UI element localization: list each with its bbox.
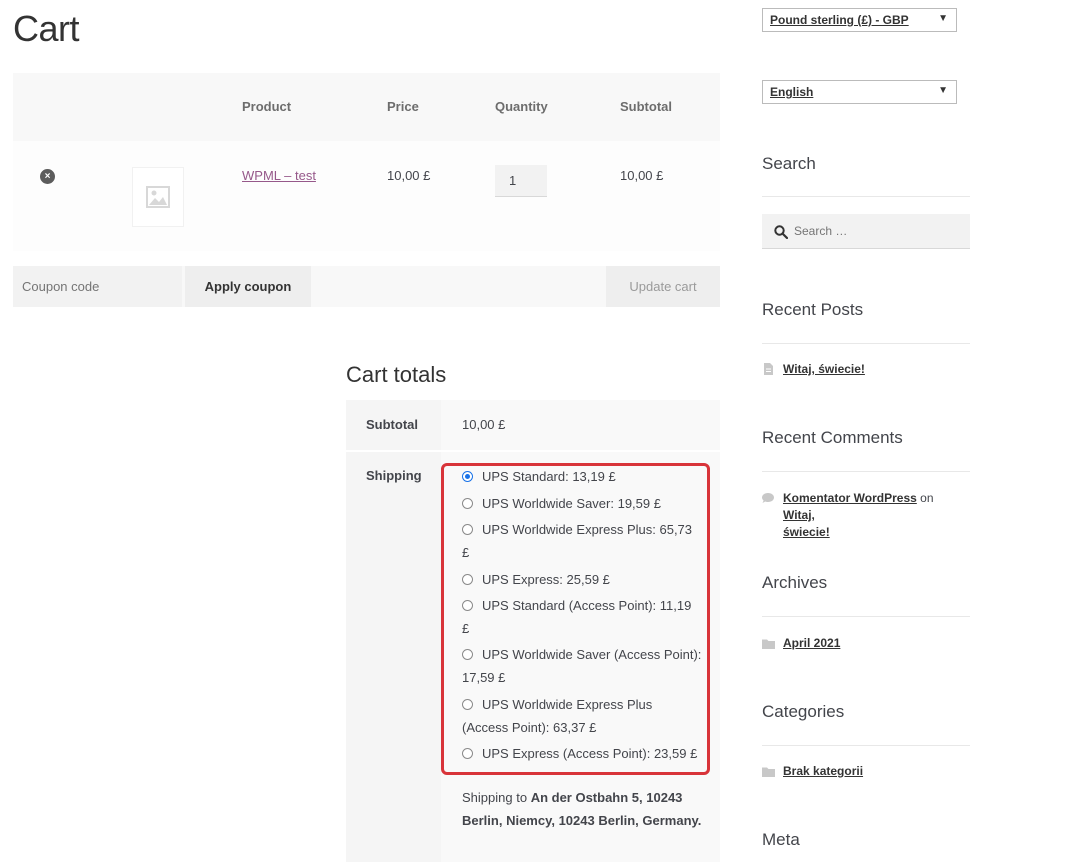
shipping-option[interactable]: UPS Worldwide Saver: 19,59 £: [462, 492, 702, 515]
page-title: Cart: [13, 8, 80, 49]
radio[interactable]: [462, 498, 473, 509]
document-icon: [764, 363, 773, 375]
shipping-option[interactable]: UPS Standard (Access Point): 11,19 £: [462, 594, 702, 640]
radio[interactable]: [462, 748, 473, 759]
comment-icon: [762, 493, 774, 503]
language-select[interactable]: English ▼: [762, 80, 957, 104]
folder-icon: [762, 639, 775, 649]
radio[interactable]: [462, 574, 473, 585]
coupon-code-input[interactable]: [13, 266, 182, 307]
shipping-option[interactable]: UPS Worldwide Saver (Access Point): 17,5…: [462, 643, 702, 689]
recent-post-link[interactable]: Witaj, świecie!: [783, 361, 865, 378]
chevron-down-icon: ▼: [938, 13, 948, 24]
widget-title-recent-posts: Recent Posts: [762, 300, 864, 319]
radio-selected[interactable]: [462, 471, 473, 482]
update-cart-button[interactable]: Update cart: [606, 266, 720, 307]
widget-title-categories: Categories: [762, 702, 845, 721]
widget-title-search: Search: [762, 154, 816, 173]
folder-icon: [762, 767, 775, 777]
divider: [762, 343, 970, 344]
divider: [762, 616, 970, 617]
widget-title-meta: Meta: [762, 830, 800, 849]
search-field[interactable]: [762, 214, 970, 249]
recent-comment: Komentator WordPress on Witaj, świecie!: [783, 491, 934, 539]
header-price: Price: [387, 99, 419, 114]
divider: [762, 745, 970, 746]
category-link[interactable]: Brak kategorii: [783, 763, 863, 780]
radio[interactable]: [462, 649, 473, 660]
archive-link[interactable]: April 2021: [783, 635, 840, 652]
subtotal-label: Subtotal: [366, 417, 418, 432]
header-quantity: Quantity: [495, 99, 548, 114]
cart-actions: Apply coupon Update cart: [13, 266, 720, 307]
shipping-option[interactable]: UPS Standard: 13,19 £: [462, 465, 702, 488]
divider: [762, 471, 970, 472]
comment-author-link[interactable]: Komentator WordPress: [783, 491, 917, 505]
table-row: × WPML – test 10,00 £ 10,00 £: [13, 141, 720, 251]
item-price: 10,00 £: [387, 168, 431, 183]
product-link[interactable]: WPML – test: [242, 168, 316, 183]
shipping-destination: Shipping to An der Ostbahn 5, 10243 Berl…: [462, 790, 702, 828]
search-input[interactable]: [794, 222, 964, 240]
apply-coupon-button[interactable]: Apply coupon: [185, 266, 311, 307]
widget-title-recent-comments: Recent Comments: [762, 428, 903, 447]
header-subtotal: Subtotal: [620, 99, 672, 114]
product-thumbnail[interactable]: [132, 167, 184, 227]
divider: [762, 196, 970, 197]
currency-select[interactable]: Pound sterling (£) - GBP ▼: [762, 8, 957, 32]
widget-title-archives: Archives: [762, 573, 828, 592]
shipping-option[interactable]: UPS Express (Access Point): 23,59 £: [462, 742, 702, 765]
radio[interactable]: [462, 600, 473, 611]
chevron-down-icon: ▼: [938, 85, 948, 96]
radio[interactable]: [462, 699, 473, 710]
shipping-option[interactable]: UPS Worldwide Express Plus: 65,73 £: [462, 518, 702, 564]
subtotal-value: 10,00 £: [462, 417, 506, 432]
cart-totals-title: Cart totals: [346, 362, 447, 387]
comment-post-link-cont[interactable]: świecie!: [783, 525, 830, 539]
search-icon: [774, 225, 788, 239]
radio[interactable]: [462, 524, 473, 535]
quantity-input[interactable]: [495, 165, 547, 197]
remove-item-icon[interactable]: ×: [40, 169, 55, 184]
cart-table-header: Product Price Quantity Subtotal: [13, 73, 720, 141]
header-product: Product: [242, 99, 292, 114]
shipping-option[interactable]: UPS Express: 25,59 £: [462, 568, 702, 591]
image-placeholder-icon: [146, 186, 170, 208]
item-subtotal: 10,00 £: [620, 168, 664, 183]
shipping-option[interactable]: UPS Worldwide Express Plus (Access Point…: [462, 693, 702, 739]
comment-post-link[interactable]: Witaj,: [783, 508, 815, 522]
shipping-label: Shipping: [366, 468, 422, 483]
